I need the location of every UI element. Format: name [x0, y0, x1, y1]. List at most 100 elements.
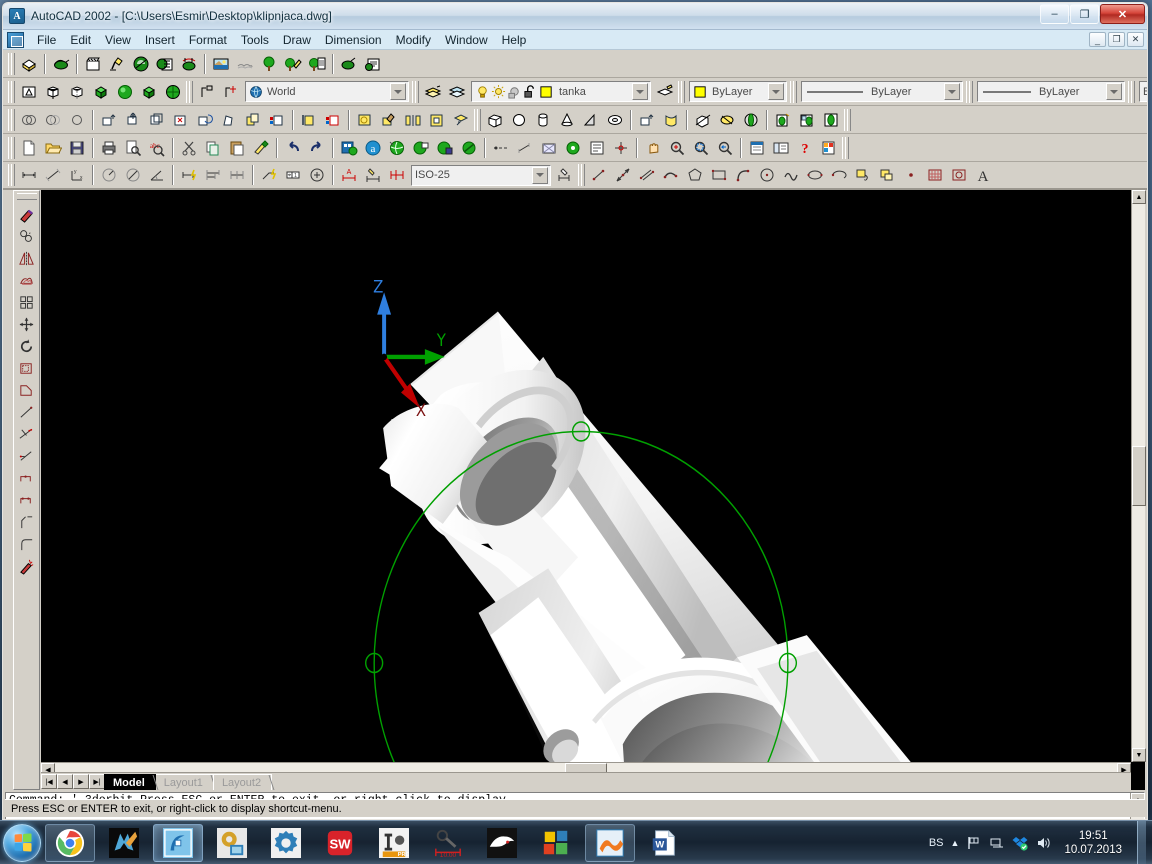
drawing-canvas[interactable]: Z Y X — [41, 190, 1131, 762]
taskbar-item-word[interactable]: W — [639, 824, 689, 862]
multiline-icon[interactable] — [635, 164, 659, 187]
plotstyle-combo[interactable]: ByC — [1139, 81, 1147, 102]
taskbar-item-autocad[interactable] — [153, 823, 203, 862]
circle-icon[interactable] — [755, 164, 779, 187]
taskbar-item-chrome[interactable] — [45, 823, 95, 862]
color-combo[interactable]: ByLayer — [689, 81, 787, 102]
dimension-style-icon[interactable] — [553, 164, 577, 187]
polygon-icon[interactable] — [683, 164, 707, 187]
dimension-text-edit-icon[interactable] — [361, 164, 385, 187]
background-icon[interactable] — [209, 52, 233, 75]
setup-profile-icon[interactable] — [819, 108, 843, 131]
hidden-shade-icon[interactable] — [65, 80, 89, 103]
toolbar-grip[interactable] — [16, 193, 37, 200]
menu-file[interactable]: File — [30, 31, 63, 49]
chamfer-icon[interactable] — [15, 511, 38, 533]
taskbar-item-catia[interactable] — [585, 823, 635, 862]
help-icon[interactable]: ? — [793, 136, 817, 159]
offset-faces-icon[interactable] — [145, 108, 169, 131]
tolerance-icon[interactable]: ⌖ 1 — [281, 164, 305, 187]
hide-icon[interactable] — [17, 52, 41, 75]
vertical-scrollbar[interactable]: ▲ ▼ — [1131, 190, 1146, 762]
section-icon[interactable] — [715, 108, 739, 131]
toolbar-grip[interactable] — [790, 80, 797, 103]
menu-draw[interactable]: Draw — [276, 31, 318, 49]
taskbar-item-inventor-pro[interactable]: PRO — [369, 824, 419, 862]
quick-dimension-icon[interactable] — [177, 164, 201, 187]
mdi-restore-button[interactable]: ❐ — [1108, 32, 1125, 47]
scroll-down-button[interactable]: ▼ — [1132, 748, 1146, 762]
fillet-icon[interactable] — [15, 533, 38, 555]
landscape-library-icon[interactable] — [305, 52, 329, 75]
setup-drawing-icon[interactable] — [771, 108, 795, 131]
mdi-close-button[interactable]: ✕ — [1127, 32, 1144, 47]
rectangle-icon[interactable] — [707, 164, 731, 187]
launch-browser-icon[interactable] — [337, 136, 361, 159]
shell-icon[interactable] — [425, 108, 449, 131]
intersect-icon[interactable] — [65, 108, 89, 131]
arc-icon[interactable] — [731, 164, 755, 187]
aligned-dimension-icon[interactable] — [41, 164, 65, 187]
taskbar-item-rhino[interactable] — [477, 824, 527, 862]
lineweight-combo[interactable]: ByLayer — [977, 81, 1125, 102]
close-button[interactable]: ✕ — [1100, 4, 1145, 24]
ucs-combo[interactable]: World — [245, 81, 409, 102]
materials-library-icon[interactable] — [153, 52, 177, 75]
dropbox-icon[interactable] — [1012, 835, 1029, 851]
move-faces-icon[interactable] — [121, 108, 145, 131]
extrude-icon[interactable] — [635, 108, 659, 131]
chevron-down-icon[interactable] — [1106, 83, 1122, 100]
construction-line-icon[interactable] — [611, 164, 635, 187]
scroll-thumb[interactable] — [1132, 446, 1146, 506]
taskbar-item-measure-tool[interactable]: 10.00 — [423, 824, 473, 862]
ellipse-icon[interactable] — [803, 164, 827, 187]
dimension-edit-icon[interactable]: A — [337, 164, 361, 187]
landscape-edit-icon[interactable] — [281, 52, 305, 75]
layer-manager-icon[interactable] — [421, 80, 445, 103]
first-tab-icon[interactable]: |◀ — [41, 774, 57, 789]
toolbar-grip[interactable] — [8, 52, 15, 75]
multiline-text-icon[interactable]: A — [971, 164, 995, 187]
toolbar-grip[interactable] — [1128, 80, 1135, 103]
menu-edit[interactable]: Edit — [63, 31, 98, 49]
trim-icon[interactable] — [15, 423, 38, 445]
break-icon[interactable] — [15, 489, 38, 511]
autodesk-point-a-icon[interactable] — [385, 136, 409, 159]
tab-layout1[interactable]: Layout1 — [154, 774, 214, 790]
named-views-icon[interactable] — [17, 80, 41, 103]
baseline-dimension-icon[interactable] — [201, 164, 225, 187]
linear-dimension-icon[interactable] — [17, 164, 41, 187]
lengthen-icon[interactable] — [15, 401, 38, 423]
cone-icon[interactable] — [555, 108, 579, 131]
union-icon[interactable] — [17, 108, 41, 131]
slice-icon[interactable] — [691, 108, 715, 131]
show-hidden-icons-arrow[interactable]: ▲ — [951, 838, 960, 848]
next-tab-icon[interactable]: ▶ — [73, 774, 89, 789]
diameter-dimension-icon[interactable] — [121, 164, 145, 187]
display-ucs-dialog-icon[interactable] — [195, 80, 219, 103]
delete-faces-icon[interactable] — [169, 108, 193, 131]
taskbar-item-gear-blue[interactable] — [261, 824, 311, 862]
move-ucs-icon[interactable] — [219, 80, 243, 103]
cut-icon[interactable] — [177, 136, 201, 159]
flat-shaded-icon[interactable] — [89, 80, 113, 103]
sphere-icon[interactable] — [507, 108, 531, 131]
continue-dimension-icon[interactable] — [225, 164, 249, 187]
show-desktop-button[interactable] — [1137, 820, 1146, 864]
ordinate-dimension-icon[interactable]: y x — [65, 164, 89, 187]
dimension-update-icon[interactable] — [385, 164, 409, 187]
explode-icon[interactable] — [15, 555, 38, 577]
etransmit-icon[interactable] — [457, 136, 481, 159]
make-block-icon[interactable] — [875, 164, 899, 187]
check-icon[interactable] — [449, 108, 473, 131]
polyline-icon[interactable] — [659, 164, 683, 187]
print-preview-icon[interactable] — [121, 136, 145, 159]
rotate-icon[interactable] — [15, 335, 38, 357]
pan-realtime-icon[interactable] — [641, 136, 665, 159]
light-icon[interactable] — [105, 52, 129, 75]
copy-object-icon[interactable] — [15, 225, 38, 247]
cylinder-icon[interactable] — [531, 108, 555, 131]
flat-shaded-edges-icon[interactable] — [137, 80, 161, 103]
extrude-faces-icon[interactable] — [97, 108, 121, 131]
layer-combo[interactable]: tanka — [471, 81, 651, 102]
